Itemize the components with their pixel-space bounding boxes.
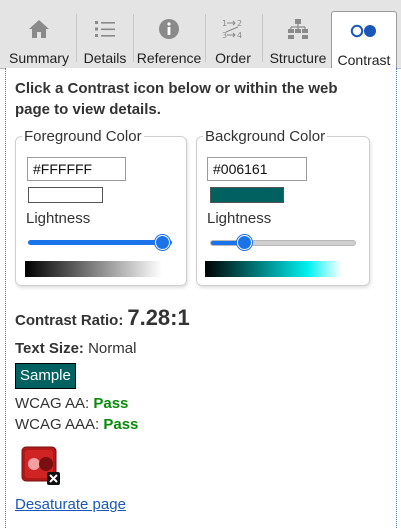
contrast-ratio: Contrast Ratio: 7.28:1 <box>15 305 190 331</box>
tab-order[interactable]: 1 2 3 4 Order <box>210 10 256 66</box>
tab-reference[interactable]: Reference <box>136 10 202 66</box>
foreground-lightness-thumb[interactable] <box>155 235 170 250</box>
tab-contrast[interactable]: Contrast <box>331 11 397 70</box>
tab-contrast-label: Contrast <box>337 52 391 68</box>
order-icon: 1 2 3 4 <box>218 14 248 44</box>
tab-divider <box>262 14 263 62</box>
tab-summary[interactable]: Summary <box>6 10 72 66</box>
sample-text: Sample <box>15 363 76 389</box>
tab-divider <box>76 14 77 62</box>
contrast-error-icon <box>21 446 63 488</box>
background-swatch[interactable] <box>210 187 284 203</box>
background-hex-input[interactable]: #006161 <box>207 157 307 181</box>
wcag-aa-result: Pass <box>93 395 129 412</box>
structure-icon <box>283 14 313 44</box>
tab-details-label: Details <box>83 50 127 66</box>
background-lightness-gradient <box>205 261 342 277</box>
text-size-row: Text Size: Normal <box>15 340 136 357</box>
foreground-lightness-label: Lightness <box>26 210 91 227</box>
foreground-legend: Foreground Color <box>24 128 142 145</box>
tab-reference-label: Reference <box>136 50 202 66</box>
desaturate-page-link[interactable]: Desaturate page <box>15 496 126 513</box>
text-size-value: Normal <box>88 340 137 357</box>
foreground-swatch[interactable] <box>28 187 103 203</box>
tab-structure[interactable]: Structure <box>266 10 330 66</box>
tab-divider <box>133 14 134 62</box>
background-lightness-thumb[interactable] <box>237 235 252 250</box>
wcag-aaa-result: Pass <box>103 416 139 433</box>
wcag-aaa-row: WCAG AAA: Pass <box>15 416 138 433</box>
list-icon <box>90 14 120 44</box>
home-icon <box>24 14 54 44</box>
foreground-lightness-gradient <box>25 261 162 277</box>
contrast-ratio-label: Contrast Ratio: <box>15 312 124 329</box>
tab-divider <box>205 14 206 62</box>
background-lightness-label: Lightness <box>207 210 272 227</box>
tab-structure-label: Structure <box>269 50 327 66</box>
tab-summary-label: Summary <box>9 50 69 66</box>
tab-details[interactable]: Details <box>80 10 130 66</box>
tab-order-label: Order <box>215 50 251 66</box>
wcag-aa-row: WCAG AA: Pass <box>15 395 128 412</box>
foreground-hex-input[interactable]: #FFFFFF <box>27 157 126 181</box>
contrast-icon <box>349 16 379 46</box>
contrast-ratio-value: 7.28:1 <box>127 305 190 330</box>
svg-text:4: 4 <box>237 31 242 40</box>
background-legend: Background Color <box>205 128 326 145</box>
wcag-aa-label: WCAG AA: <box>15 395 90 412</box>
wcag-aaa-label: WCAG AAA: <box>15 416 100 433</box>
instructions-text: Click a Contrast icon below or within th… <box>15 80 338 118</box>
tab-bar: Summary Details Reference 1 2 3 4 Order … <box>0 0 401 70</box>
info-icon <box>154 14 184 44</box>
svg-text:1: 1 <box>222 19 227 28</box>
text-size-label: Text Size: <box>15 340 84 357</box>
foreground-lightness-slider[interactable] <box>28 240 172 245</box>
background-lightness-slider[interactable] <box>210 240 356 246</box>
